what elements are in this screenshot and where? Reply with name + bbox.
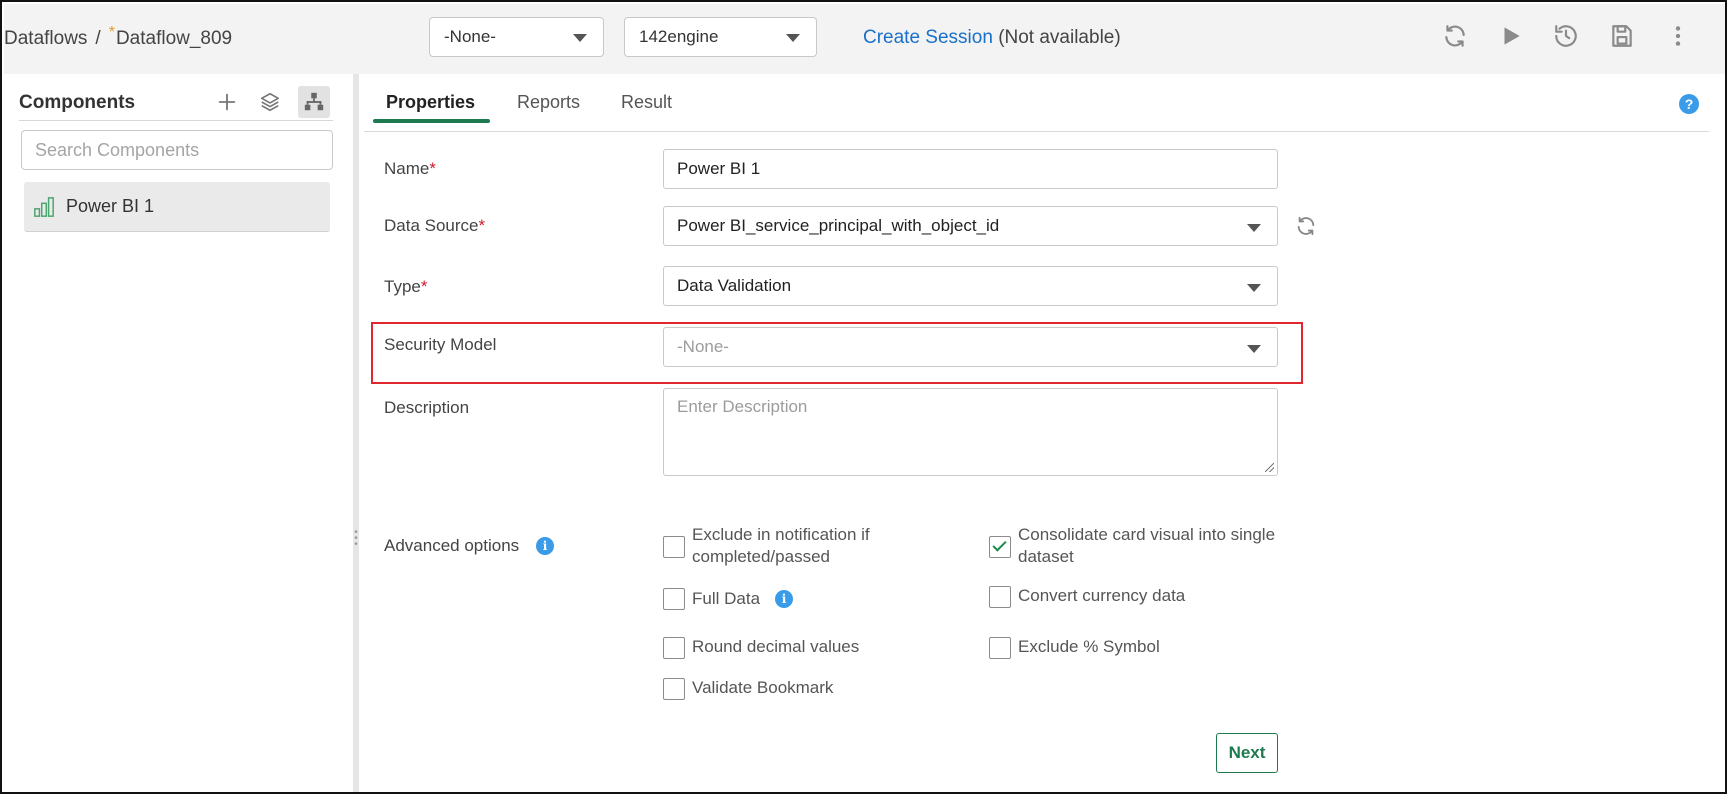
chart-component-icon [34,197,54,217]
resize-handle-icon[interactable] [1265,463,1274,472]
engine-select[interactable]: 142engine [624,17,817,57]
description-textarea[interactable]: Enter Description [663,388,1278,476]
tab-properties[interactable]: Properties [386,92,475,113]
breadcrumb-current: Dataflow_809 [115,28,233,49]
data-source-value: Power BI_service_principal_with_object_i… [677,216,1000,235]
more-vertical-icon[interactable] [1665,23,1691,49]
checkbox-label: Convert currency data [1018,586,1186,605]
security-model-value: -None- [677,337,729,356]
chevron-down-icon [1247,224,1261,232]
help-icon[interactable]: ? [1679,94,1699,114]
play-icon[interactable] [1498,23,1524,49]
checkbox-consolidate-card-visual[interactable] [989,536,1011,558]
required-marker: * [429,159,436,178]
checkbox-label: Exclude % Symbol [1018,637,1160,656]
history-icon[interactable] [1553,23,1579,49]
hierarchy-icon[interactable] [298,86,330,118]
tabs-divider [364,131,1709,132]
chevron-down-icon [1247,345,1261,353]
type-label-text: Type [384,277,421,296]
description-placeholder: Enter Description [677,397,808,416]
security-model-select[interactable]: -None- [663,327,1278,367]
checkbox-label: Full Data [692,589,761,608]
data-source-label: Data Source* [384,216,485,236]
required-marker: * [420,277,428,296]
name-label-text: Name [384,159,430,178]
checkbox-exclude-percent-symbol[interactable] [989,637,1011,659]
check-icon [992,537,1007,552]
security-model-label: Security Model [384,335,497,354]
environment-select[interactable]: -None- [429,17,604,57]
checkbox-full-data[interactable] [663,588,685,610]
name-input-value: Power BI 1 [677,159,761,178]
advanced-options-label: Advanced options [384,536,520,555]
checkbox-convert-currency[interactable] [989,586,1011,608]
breadcrumb: Dataflows / *Dataflow_809 [4,24,233,50]
component-item-power-bi-1[interactable]: Power BI 1 [24,182,330,232]
checkbox-label: Round decimal values [692,637,860,656]
name-label: Name* [384,159,436,179]
add-icon[interactable] [211,86,243,118]
type-value: Data Validation [677,276,792,295]
environment-select-value: -None- [444,27,496,46]
search-components-input[interactable] [21,130,333,170]
session-availability: (Not available) [998,27,1121,48]
session-status: Create Session (Not available) [863,27,1121,49]
unsaved-marker: * [108,24,115,41]
checkbox-label: Validate Bookmark [692,678,834,697]
checkbox-validate-bookmark[interactable] [663,678,685,700]
name-input[interactable]: Power BI 1 [663,149,1278,189]
app-window: Dataflows / *Dataflow_809 -None- 142engine… [0,0,1727,794]
checkbox-round-decimal[interactable] [663,637,685,659]
components-title: Components [19,92,136,113]
data-source-label-text: Data Source [384,216,479,235]
panel-divider [19,120,333,121]
refresh-icon[interactable] [1442,23,1468,49]
info-icon[interactable]: i [536,537,554,555]
breadcrumb-separator: / [95,28,101,49]
active-tab-indicator [373,119,490,123]
tab-result[interactable]: Result [621,92,672,113]
checkbox-label: Consolidate card visual into single data… [1018,525,1276,566]
description-label: Description [384,398,470,417]
create-session-link[interactable]: Create Session [863,27,993,48]
tab-reports[interactable]: Reports [517,92,580,113]
breadcrumb-root-link[interactable]: Dataflows [4,28,87,49]
chevron-down-icon [573,34,587,42]
data-source-select[interactable]: Power BI_service_principal_with_object_i… [663,206,1278,246]
refresh-data-source-icon[interactable] [1295,215,1317,237]
component-item-label: Power BI 1 [66,196,155,216]
info-icon[interactable]: i [775,590,793,608]
checkbox-exclude-notification[interactable] [663,536,685,558]
next-button[interactable]: Next [1216,733,1278,773]
layers-icon[interactable] [254,86,286,118]
save-icon[interactable] [1609,23,1635,49]
chevron-down-icon [1247,284,1261,292]
type-label: Type* [384,277,427,297]
required-marker: * [478,216,486,235]
checkbox-label: Exclude in notification if completed/pas… [692,525,870,566]
engine-select-value: 142engine [639,27,719,46]
type-select[interactable]: Data Validation [663,266,1278,306]
chevron-down-icon [786,34,800,42]
